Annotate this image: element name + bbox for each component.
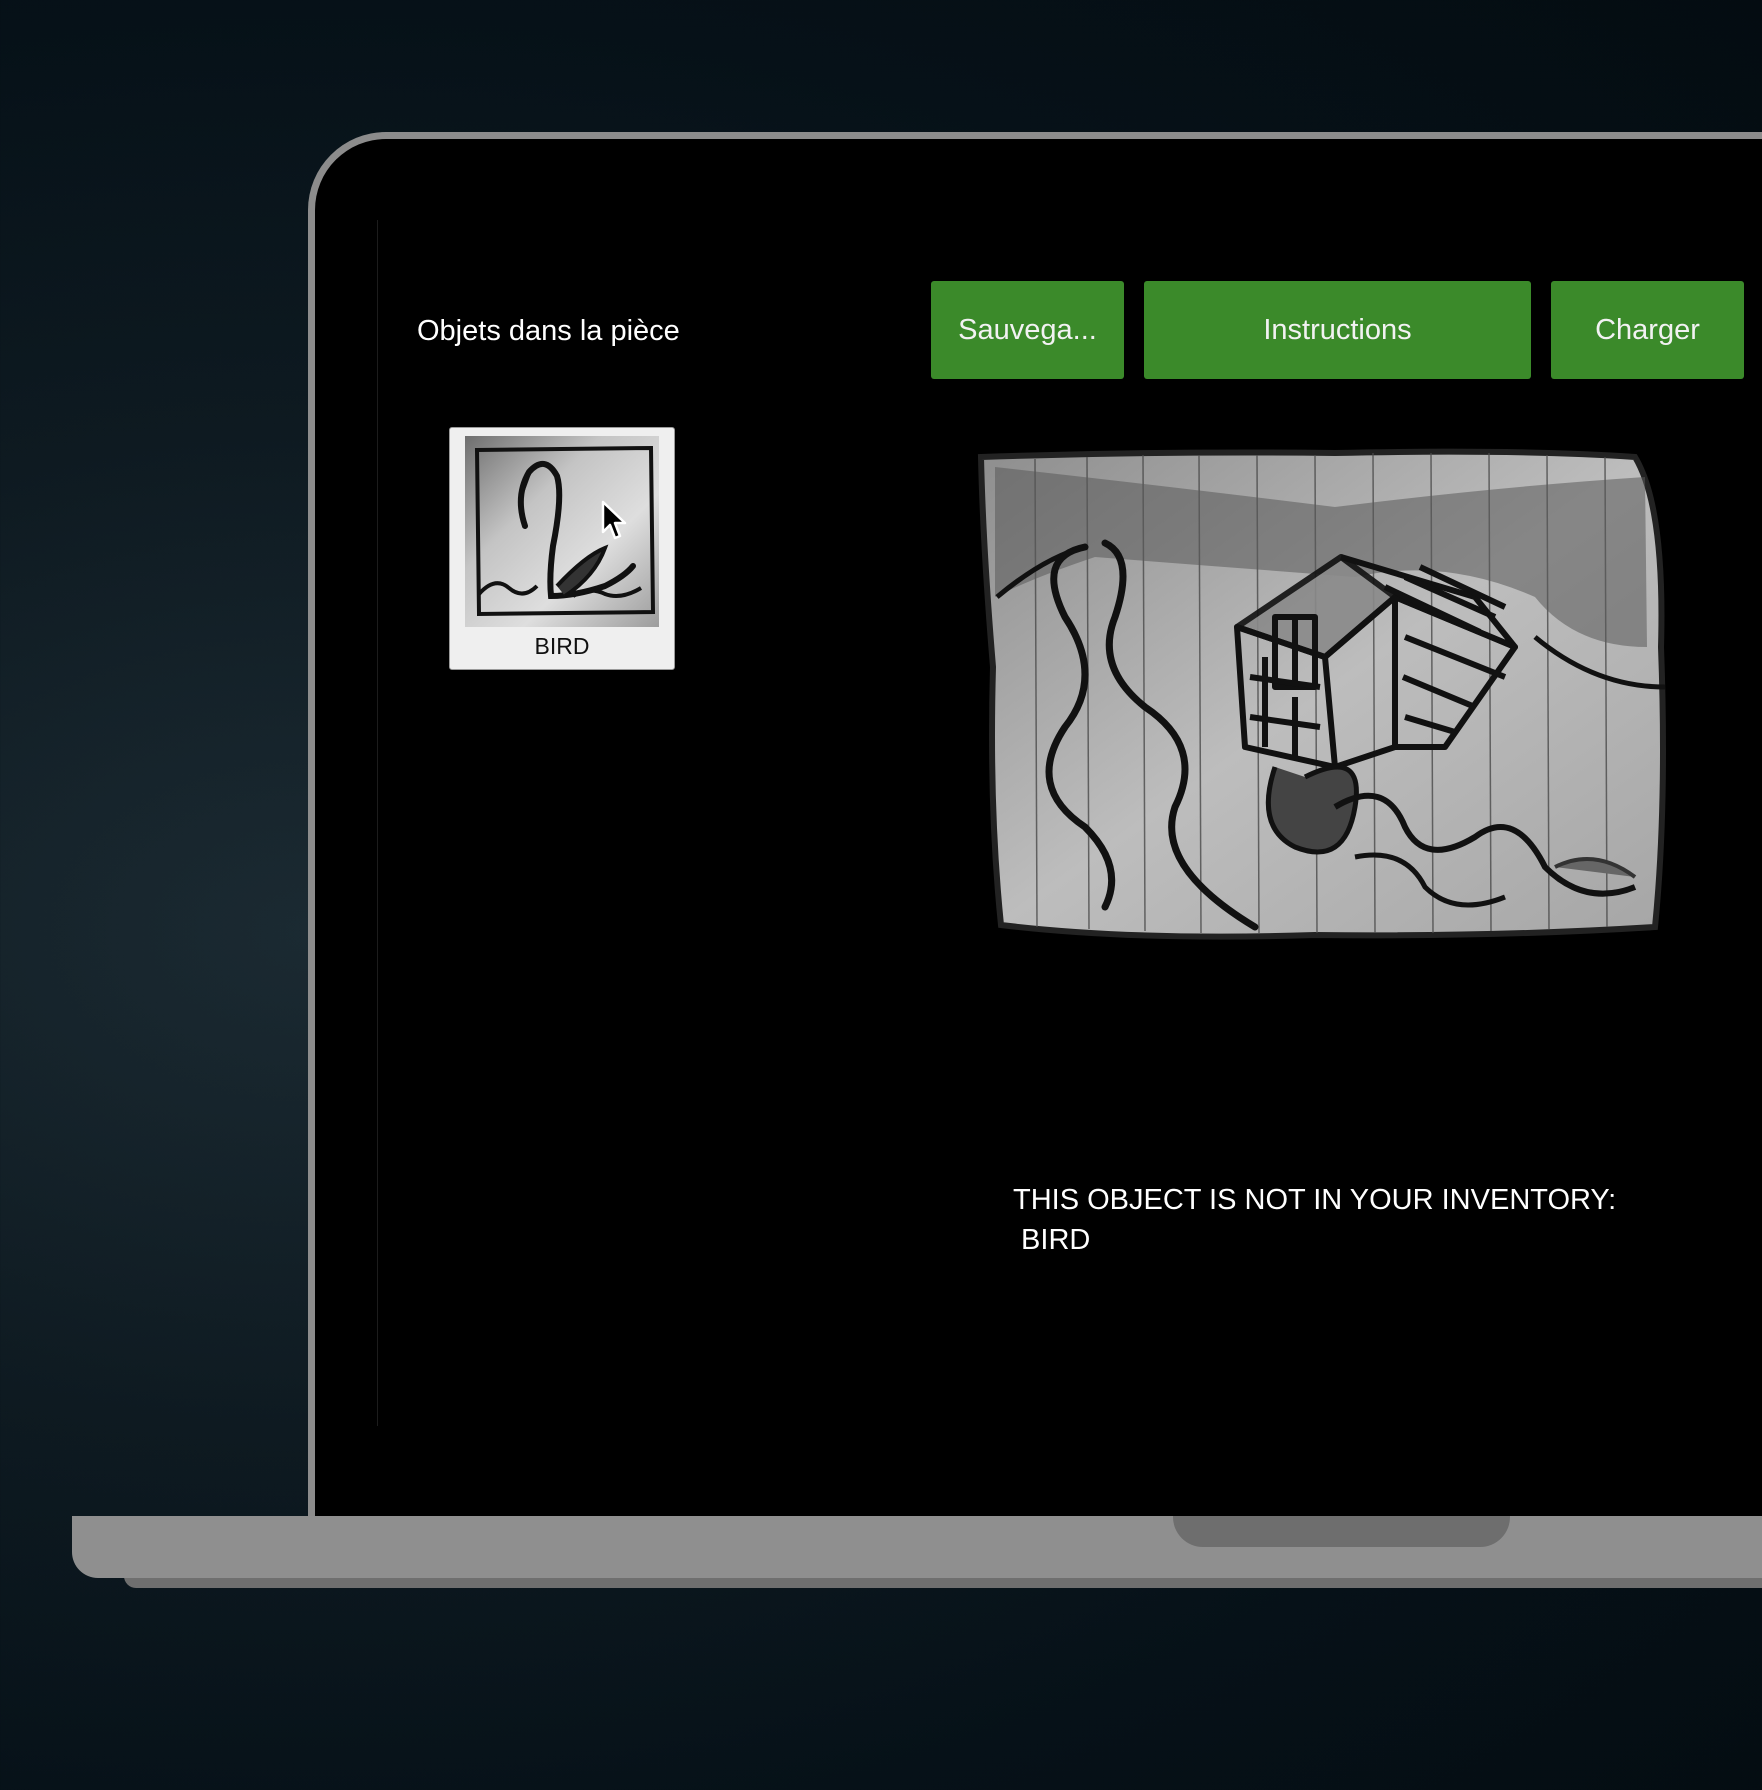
- screen-divider: [377, 220, 378, 1426]
- instructions-button[interactable]: Instructions: [1144, 281, 1531, 379]
- inventory-message-object: BIRD: [1013, 1224, 1091, 1256]
- room-objects-title: Objets dans la pièce: [417, 315, 680, 347]
- house-river-sketch-icon: [977, 448, 1666, 940]
- object-card-bird[interactable]: BIRD: [449, 427, 675, 670]
- load-button[interactable]: Charger: [1551, 281, 1744, 379]
- inventory-message: THIS OBJECT IS NOT IN YOUR INVENTORY:: [1013, 1184, 1617, 1216]
- object-label: BIRD: [534, 633, 590, 659]
- save-button[interactable]: Sauvega...: [931, 281, 1124, 379]
- swan-drawing-icon: [465, 436, 659, 627]
- laptop-notch: [1173, 1516, 1510, 1547]
